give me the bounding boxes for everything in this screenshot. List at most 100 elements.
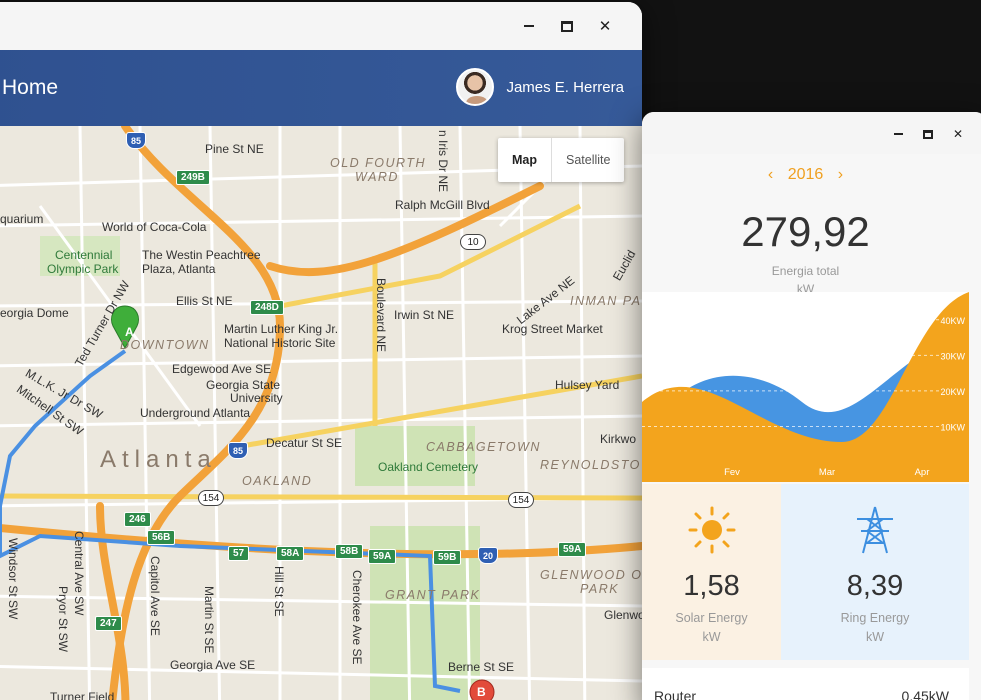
close-icon: ✕ — [598, 18, 612, 35]
maximize-button[interactable] — [558, 16, 576, 36]
map-view[interactable]: A B Map Satellite Pine St NE OLD FOURTH … — [0, 126, 642, 700]
route-shield: 154 — [198, 490, 224, 506]
exit-shield: 59A — [368, 549, 397, 564]
marker-b-label: B — [477, 685, 486, 699]
minimize-icon — [893, 132, 903, 136]
total-label-text: Energia total — [771, 264, 840, 278]
map-label: PARK — [580, 582, 620, 596]
route-shield: 10 — [460, 234, 486, 250]
exit-shield: 248D — [250, 300, 284, 315]
user-profile[interactable]: James E. Herrera — [456, 68, 624, 106]
map-label: OLD FOURTH — [330, 156, 427, 170]
park-area — [355, 426, 475, 486]
map-label: Windsor St SW — [6, 538, 20, 620]
ring-energy-label: Ring Energy kW — [781, 609, 969, 647]
solar-energy-label: Solar Energy kW — [642, 609, 781, 647]
map-label: Hulsey Yard — [555, 378, 620, 392]
avatar[interactable] — [456, 68, 495, 106]
app-header: Home James E. Herrera — [0, 50, 642, 126]
exit-shield: 56B — [147, 530, 176, 545]
map-label: Kirkwo — [600, 432, 637, 446]
map-label: Glenwo — [604, 608, 642, 622]
map-label: Underground Atlanta — [140, 406, 251, 420]
close-button[interactable]: ✕ — [596, 16, 614, 36]
energy-chart: 10KW 20KW 30KW 40KW Fev Mar Apr — [642, 292, 969, 482]
solar-energy-card[interactable]: 1,58 Solar Energy kW — [642, 484, 781, 660]
map-label: Georgia Ave SE — [170, 658, 256, 672]
map-button[interactable]: Map — [498, 138, 552, 182]
router-row[interactable]: Router 0,45kW — [642, 668, 969, 700]
chart-y-tick-label: 40KW — [940, 316, 965, 326]
energy-window: ✕ ‹ 2016 › 279,92 Energia total kW 10KW 2… — [642, 112, 981, 700]
chart-x-tick-label: Fev — [724, 467, 740, 478]
map-label: Atlanta — [100, 446, 217, 473]
map-label: Plaza, Atlanta — [142, 262, 216, 276]
router-value: 0,45kW — [901, 688, 949, 700]
exit-shield: 249B — [176, 170, 210, 185]
map-window-titlebar[interactable]: ✕ — [0, 2, 642, 50]
exit-shield: 246 — [124, 512, 151, 527]
map-label: The Westin Peachtree — [142, 248, 261, 262]
map-label: Irwin St NE — [394, 308, 455, 322]
map-label: University — [230, 391, 283, 405]
map-label: National Historic Site — [224, 336, 336, 350]
map-label: World of Coca-Cola — [102, 220, 207, 234]
map-label: REYNOLDSTO — [540, 458, 641, 472]
exit-shield: 247 — [95, 616, 122, 631]
chart-y-tick-label: 30KW — [940, 351, 965, 361]
window-controls: ✕ — [520, 16, 614, 36]
map-label: Boulevard NE — [374, 278, 388, 353]
map-label: Turner Field — [50, 690, 115, 700]
ring-unit-text: kW — [865, 630, 885, 644]
satellite-button[interactable]: Satellite — [552, 138, 624, 182]
maximize-button[interactable] — [921, 124, 935, 144]
minimize-icon — [524, 24, 534, 28]
router-name: Router — [654, 688, 697, 700]
ring-energy-card[interactable]: 8,39 Ring Energy kW — [781, 484, 969, 660]
interstate-shield: 85 — [228, 442, 248, 459]
exit-shield: 58A — [276, 546, 305, 561]
maximize-icon — [561, 20, 573, 32]
map-window: ✕ Home James E. Herrera A B Map Satellit… — [0, 2, 642, 700]
route-shield: 154 — [508, 492, 534, 508]
map-label: Central Ave SW — [72, 531, 86, 616]
map-label: quarium — [0, 212, 44, 226]
close-button[interactable]: ✕ — [951, 124, 965, 144]
map-label: Decatur St SE — [266, 436, 343, 450]
maximize-icon — [923, 129, 933, 139]
map-label: Pine St NE — [205, 142, 264, 156]
map-label: WARD — [355, 170, 399, 184]
map-type-toggle: Map Satellite — [498, 138, 625, 182]
map-label: GRANT PARK — [385, 588, 481, 602]
exit-shield: 58B — [335, 544, 364, 559]
map-label: Centennial — [55, 248, 113, 262]
minimize-button[interactable] — [520, 16, 538, 36]
minimize-button[interactable] — [891, 124, 905, 144]
map-label: Ellis St NE — [176, 294, 233, 308]
ring-label-text: Ring Energy — [840, 611, 910, 625]
map-label: DOWNTOWN — [120, 338, 210, 352]
map-label: n Iris Dr NE — [436, 130, 450, 193]
chart-x-tick-label: Apr — [915, 467, 930, 478]
energy-window-titlebar[interactable]: ✕ — [642, 112, 981, 154]
map-label: Martin St SE — [202, 586, 216, 654]
next-year-button[interactable]: › — [838, 166, 843, 183]
map-label: Krog Street Market — [502, 322, 603, 336]
marker-a-label: A — [125, 325, 134, 339]
map-label: OAKLAND — [242, 474, 313, 488]
exit-shield: 59A — [558, 542, 587, 557]
prev-year-button[interactable]: ‹ — [768, 166, 773, 183]
sun-icon — [642, 502, 781, 558]
year-selector: ‹ 2016 › — [642, 166, 969, 184]
window-controls: ✕ — [891, 124, 965, 144]
map-label: Martin Luther King Jr. — [224, 322, 339, 336]
power-tower-icon — [781, 502, 969, 558]
map-label: Georgia State — [206, 378, 281, 392]
map-label: CABBAGETOWN — [426, 440, 541, 454]
map-label: Hill St SE — [272, 566, 286, 617]
interstate-shield: 20 — [478, 547, 498, 564]
map-label: Pryor St SW — [56, 586, 70, 653]
map-label: INMAN PA — [570, 294, 642, 308]
exit-shield: 57 — [228, 546, 250, 561]
map-label: Berne St SE — [448, 660, 515, 674]
